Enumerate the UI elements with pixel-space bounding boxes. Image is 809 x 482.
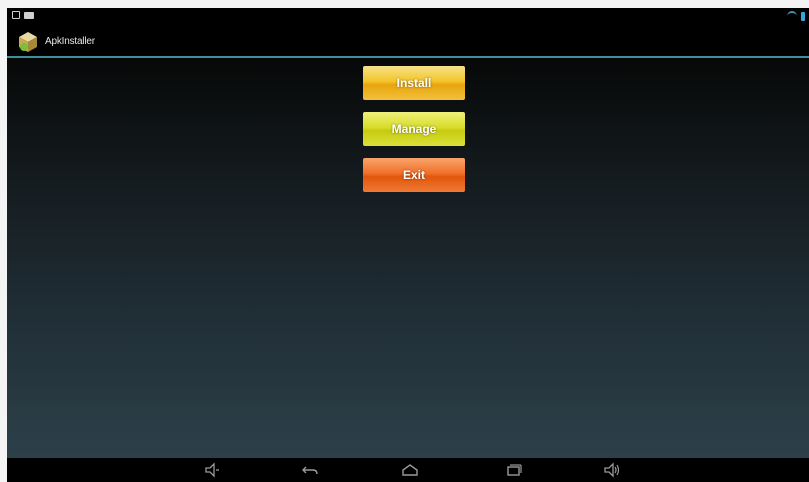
exit-button[interactable]: Exit	[363, 158, 465, 192]
volume-up-icon[interactable]	[603, 462, 621, 478]
action-bar: ApkInstaller	[7, 28, 809, 55]
recent-apps-icon[interactable]	[505, 462, 523, 478]
main-content: Install Manage Exit	[7, 58, 809, 458]
app-title: ApkInstaller	[45, 36, 95, 47]
notification-icon	[12, 11, 20, 19]
apk-installer-app-icon[interactable]	[18, 31, 38, 53]
home-icon[interactable]	[401, 462, 419, 478]
install-button[interactable]: Install	[363, 66, 465, 100]
battery-icon	[801, 11, 805, 21]
wifi-icon	[787, 11, 797, 21]
volume-down-icon[interactable]	[203, 462, 221, 478]
image-notification-icon	[24, 11, 34, 19]
manage-button[interactable]: Manage	[363, 112, 465, 146]
status-system-icons	[787, 11, 805, 21]
status-bar	[7, 8, 809, 28]
navigation-bar	[7, 458, 809, 482]
device-screen: ApkInstaller Install Manage Exit	[7, 8, 809, 482]
back-icon[interactable]	[301, 462, 319, 478]
status-notifications	[12, 11, 34, 19]
